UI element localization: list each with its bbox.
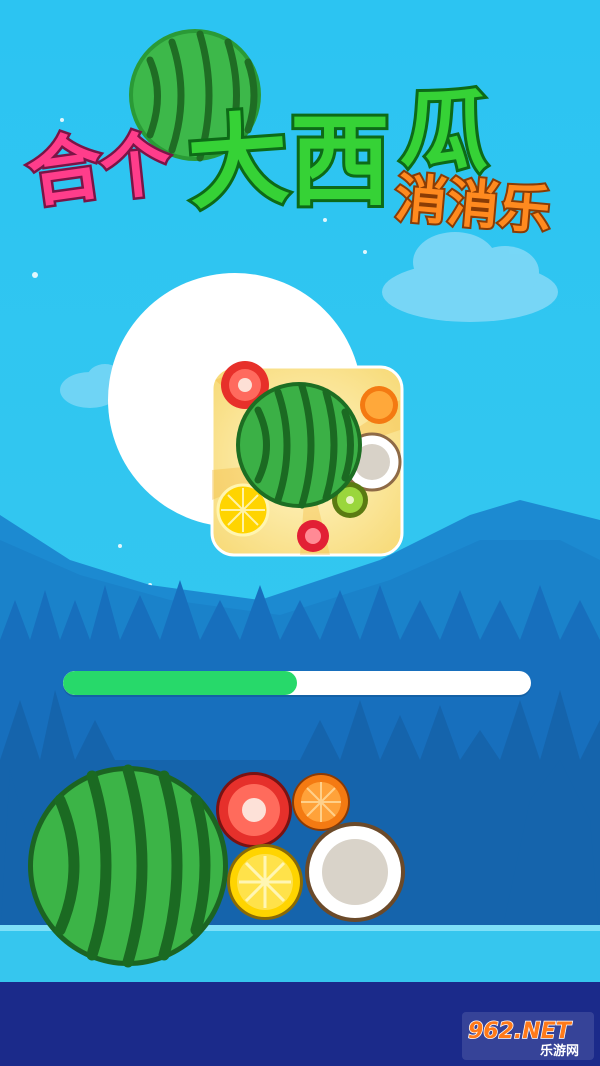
loading-progress-fill [63, 671, 297, 695]
big-watermelon-icon [28, 764, 228, 968]
title-char-1: 合 [22, 123, 107, 218]
lemon-icon [227, 844, 303, 920]
title-char-3: 大 [184, 100, 292, 224]
orange-icon [360, 386, 398, 424]
tomato-icon [216, 772, 292, 848]
site-watermark: 962.NET 乐游网 [462, 1012, 594, 1060]
title-char-4: 西 [290, 103, 390, 220]
watermark-caption: 乐游网 [540, 1043, 579, 1059]
watermelon-icon [236, 382, 362, 509]
loading-progress-bar [63, 671, 531, 695]
watermark-logo: 962.NET [468, 1019, 573, 1044]
strawberry-icon [297, 520, 329, 552]
coconut-icon [305, 822, 405, 922]
orange-icon [292, 773, 350, 831]
game-background: 合 个 大 西 瓜 消消乐 [0, 0, 600, 1066]
fruit-merge-app-icon [210, 361, 404, 557]
title-char-5: 瓜 [399, 75, 494, 184]
title-char-2: 个 [97, 122, 175, 211]
